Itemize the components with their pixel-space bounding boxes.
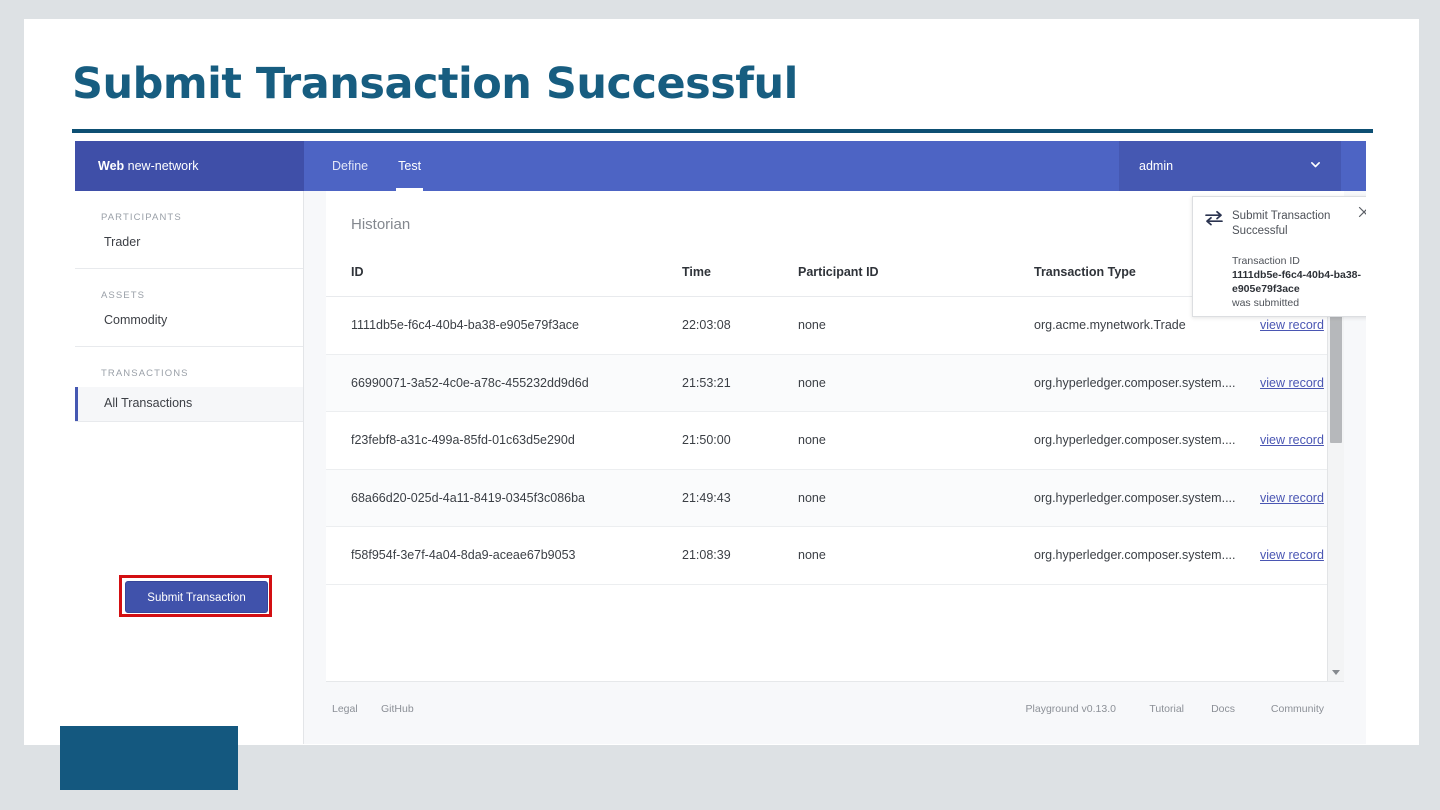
cell-id: f58f954f-3e7f-4a04-8da9-aceae67b9053	[351, 548, 576, 563]
toast-body: Transaction ID 1111db5e-f6c4-40b4-ba38-e…	[1232, 254, 1364, 310]
transfer-arrows-icon	[1205, 210, 1223, 226]
user-menu-label: admin	[1139, 159, 1174, 173]
slide-corner-decoration	[60, 726, 238, 790]
cell-time: 21:08:39	[682, 548, 731, 563]
sidebar-item-all-transactions[interactable]: All Transactions	[75, 387, 303, 421]
view-record-link[interactable]: view record	[1260, 318, 1324, 332]
cell-time: 21:49:43	[682, 490, 731, 505]
cell-transaction-type: org.hyperledger.composer.system....	[1034, 433, 1236, 448]
sidebar-heading-participants: PARTICIPANTS	[101, 212, 182, 223]
composer-playground-app: Web new-network Define Test admin PARTIC…	[75, 141, 1366, 744]
table-row[interactable]: 68a66d20-025d-4a11-8419-0345f3c086ba 21:…	[326, 469, 1344, 527]
footer-link-github[interactable]: GitHub	[381, 703, 414, 715]
sidebar-heading-transactions: TRANSACTIONS	[101, 368, 189, 379]
brand-name: Web	[98, 159, 125, 173]
toast-body-suffix: was submitted	[1232, 297, 1300, 309]
cell-participant-id: none	[798, 433, 826, 448]
table-row[interactable]: 66990071-3a52-4c0e-a78c-455232dd9d6d 21:…	[326, 354, 1344, 412]
table-row[interactable]: f58f954f-3e7f-4a04-8da9-aceae67b9053 21:…	[326, 527, 1344, 585]
cell-time: 21:53:21	[682, 375, 731, 390]
brand-logo[interactable]: Web new-network	[75, 141, 304, 191]
cell-id: 66990071-3a52-4c0e-a78c-455232dd9d6d	[351, 375, 589, 390]
submit-transaction-area: Submit Transaction	[119, 575, 273, 618]
cell-transaction-type: org.hyperledger.composer.system....	[1034, 548, 1236, 563]
submit-transaction-button[interactable]: Submit Transaction	[125, 581, 268, 613]
cell-participant-id: none	[798, 548, 826, 563]
chevron-down-icon	[1311, 162, 1320, 168]
brand-network-name: new-network	[124, 159, 199, 173]
cell-participant-id: none	[798, 490, 826, 505]
slide-canvas: Submit Transaction Successful Web new-ne…	[24, 19, 1419, 745]
sidebar-heading-assets: ASSETS	[101, 290, 146, 301]
cell-participant-id: none	[798, 375, 826, 390]
app-footer: Legal GitHub Playground v0.13.0 Tutorial…	[326, 681, 1344, 744]
toast-title: Submit Transaction Successful	[1232, 210, 1331, 237]
view-record-link[interactable]: view record	[1260, 376, 1324, 390]
sidebar-item-commodity[interactable]: Commodity	[75, 313, 303, 346]
cell-time: 21:50:00	[682, 433, 731, 448]
column-header-id: ID	[351, 264, 364, 279]
cell-transaction-type: org.hyperledger.composer.system....	[1034, 490, 1236, 505]
view-record-link[interactable]: view record	[1260, 548, 1324, 562]
submit-transaction-toast: Submit Transaction Successful Transactio…	[1192, 196, 1366, 317]
tab-define[interactable]: Define	[328, 141, 372, 191]
sidebar-group-transactions: TRANSACTIONS All Transactions	[75, 347, 303, 422]
toast-body-prefix: Transaction ID	[1232, 255, 1300, 267]
tab-test[interactable]: Test	[394, 141, 425, 191]
scroll-down-arrow-icon[interactable]	[1328, 665, 1344, 681]
page-title: Submit Transaction Successful	[72, 59, 798, 109]
toast-transaction-id: 1111db5e-f6c4-40b4-ba38-e905e79f3ace	[1232, 269, 1361, 295]
cell-id: 68a66d20-025d-4a11-8419-0345f3c086ba	[351, 490, 586, 505]
footer-link-tutorial[interactable]: Tutorial	[1149, 703, 1184, 715]
cell-transaction-type: org.acme.mynetwork.Trade	[1034, 318, 1186, 333]
nav-tabs: Define Test	[328, 141, 447, 191]
sidebar-item-trader[interactable]: Trader	[75, 235, 303, 268]
cell-transaction-type: org.hyperledger.composer.system....	[1034, 375, 1236, 390]
sidebar-group-participants: PARTICIPANTS Trader	[75, 191, 303, 269]
cell-participant-id: none	[798, 318, 826, 333]
user-menu[interactable]: admin	[1119, 141, 1341, 191]
footer-link-legal[interactable]: Legal	[332, 703, 358, 715]
column-header-transaction-type: Transaction Type	[1034, 264, 1136, 279]
view-record-link[interactable]: view record	[1260, 491, 1324, 505]
footer-link-community[interactable]: Community	[1271, 703, 1324, 715]
footer-version-label: Playground v0.13.0	[1025, 703, 1116, 715]
sidebar: PARTICIPANTS Trader ASSETS Commodity TRA…	[75, 191, 304, 744]
close-icon[interactable]	[1357, 205, 1366, 219]
column-header-time: Time	[682, 264, 711, 279]
footer-link-docs[interactable]: Docs	[1211, 703, 1235, 715]
sidebar-group-assets: ASSETS Commodity	[75, 269, 303, 347]
table-row[interactable]: f23febf8-a31c-499a-85fd-01c63d5e290d 21:…	[326, 412, 1344, 470]
cell-id: f23febf8-a31c-499a-85fd-01c63d5e290d	[351, 433, 575, 448]
column-header-participant-id: Participant ID	[798, 264, 879, 279]
view-record-link[interactable]: view record	[1260, 433, 1324, 447]
title-divider	[72, 129, 1373, 133]
top-navbar: Web new-network Define Test admin	[75, 141, 1366, 191]
cell-id: 1111db5e-f6c4-40b4-ba38-e905e79f3ace	[351, 318, 579, 333]
cell-time: 22:03:08	[682, 318, 731, 333]
